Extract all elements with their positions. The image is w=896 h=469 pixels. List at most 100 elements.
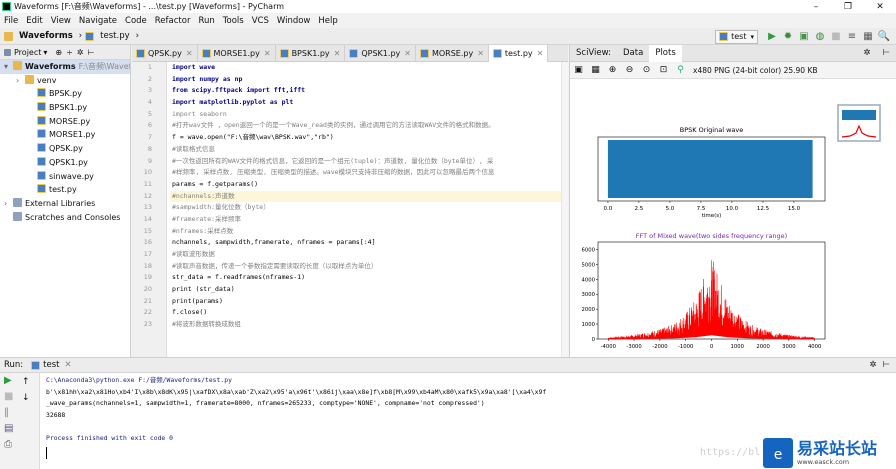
- minimize-button[interactable]: –: [800, 2, 832, 12]
- search-icon[interactable]: 🔍: [876, 31, 892, 42]
- menu-navigate[interactable]: Navigate: [75, 16, 121, 26]
- close-icon[interactable]: ✕: [186, 49, 193, 58]
- close-icon[interactable]: ✕: [334, 49, 341, 58]
- code-line[interactable]: #读取声音数据，传递一个参数指定需要读取的长度（以取样点为单位）: [170, 261, 568, 273]
- menu-edit[interactable]: Edit: [22, 16, 46, 26]
- code-line[interactable]: #读取波形数据: [170, 249, 568, 261]
- run-tab[interactable]: test: [43, 360, 59, 370]
- debug-icon[interactable]: ✹: [780, 31, 796, 42]
- code-line[interactable]: #样频率, 采样点数, 压缩类型, 压缩类型的描述。wave模块只支持非压缩的数…: [170, 167, 568, 179]
- chevron-down-icon[interactable]: ▾: [4, 60, 13, 74]
- scroll-end-icon[interactable]: ↓: [22, 393, 30, 403]
- editor-tab[interactable]: QPSK.py ✕: [132, 44, 198, 62]
- run-icon[interactable]: ▶: [764, 31, 780, 42]
- maximize-button[interactable]: ❐: [832, 2, 864, 12]
- menu-file[interactable]: File: [0, 16, 22, 26]
- tree-item[interactable]: QPSK.py: [0, 142, 130, 156]
- rerun-icon[interactable]: ▶: [0, 373, 39, 389]
- close-icon[interactable]: ✕: [537, 49, 544, 58]
- code-line[interactable]: #nchannels:声道数: [170, 190, 568, 203]
- code-editor[interactable]: 1 2 3 4 5 6 7 8 9 10 11 12 13 14 15 16 17 18 19 20 21 22 23 im…: [132, 62, 568, 357]
- gear-icon[interactable]: ✲: [77, 48, 84, 57]
- tree-item[interactable]: › External Libraries: [0, 197, 130, 211]
- menu-vcs[interactable]: VCS: [248, 16, 273, 26]
- menu-code[interactable]: Code: [121, 16, 151, 26]
- editor-tab[interactable]: QPSK1.py ✕: [345, 44, 416, 62]
- tree-item[interactable]: › venv: [0, 74, 130, 88]
- close-icon[interactable]: ✕: [477, 49, 484, 58]
- tree-item[interactable]: MORSE.py: [0, 115, 130, 129]
- locate-icon[interactable]: ⊕: [55, 48, 62, 57]
- tree-item[interactable]: QPSK1.py: [0, 156, 130, 170]
- code-line[interactable]: import numpy as np: [170, 74, 568, 86]
- tree-item[interactable]: test.py: [0, 183, 130, 197]
- tab-plots[interactable]: Plots: [649, 44, 682, 62]
- menu-tools[interactable]: Tools: [219, 16, 248, 26]
- pause-icon[interactable]: ‖: [0, 405, 39, 421]
- code-line[interactable]: import wave: [170, 62, 568, 74]
- code-line[interactable]: import seaborn: [170, 109, 568, 121]
- editor-tab[interactable]: test.py ✕: [488, 44, 549, 62]
- chevron-down-icon[interactable]: ▾: [43, 48, 47, 57]
- tree-item[interactable]: ▾ WaveformsF:\音频\Waveforms: [0, 60, 130, 74]
- tree-item[interactable]: Scratches and Consoles: [0, 211, 130, 225]
- breadcrumb-file[interactable]: test.py: [97, 31, 132, 41]
- settings-icon[interactable]: ▦: [860, 31, 876, 42]
- code-line[interactable]: params = f.getparams(): [170, 179, 568, 191]
- tree-item[interactable]: MORSE1.py: [0, 128, 130, 142]
- zoom-in-icon[interactable]: ⊕: [604, 65, 621, 75]
- hide-icon[interactable]: ⊢: [88, 48, 95, 57]
- code-line[interactable]: f = wave.open("F:\音频\wav\BPSK.wav","rb"): [170, 132, 568, 144]
- code-line[interactable]: nchannels, sampwidth,framerate, nframes …: [170, 237, 568, 249]
- stop-icon[interactable]: ■: [828, 31, 844, 42]
- code-line[interactable]: str_data = f.readframes(nframes-1): [170, 272, 568, 284]
- menu-refactor[interactable]: Refactor: [151, 16, 195, 26]
- color-picker-icon[interactable]: ⚲: [672, 65, 689, 75]
- editor-tab[interactable]: BPSK1.py ✕: [276, 44, 346, 62]
- print-icon[interactable]: ⎙: [0, 437, 39, 453]
- code-line[interactable]: print(params): [170, 296, 568, 308]
- collapse-icon[interactable]: ÷: [66, 48, 73, 57]
- tree-item[interactable]: sinwave.py: [0, 170, 130, 184]
- close-icon[interactable]: ✕: [404, 49, 411, 58]
- code-line[interactable]: #sampwidth:量化位数（byte）: [170, 202, 568, 214]
- fit-icon[interactable]: ▣: [570, 65, 587, 75]
- menu-help[interactable]: Help: [314, 16, 341, 26]
- tree-item[interactable]: BPSK.py: [0, 87, 130, 101]
- project-panel-title[interactable]: Project: [14, 48, 41, 57]
- vcs-icon[interactable]: ≡: [844, 31, 860, 42]
- code-line[interactable]: #读取格式信息: [170, 144, 568, 156]
- soft-wrap-icon[interactable]: ↑: [22, 377, 30, 387]
- actual-size-icon[interactable]: ⊙: [638, 65, 655, 75]
- gear-icon[interactable]: ✲: [869, 360, 876, 370]
- code-line[interactable]: #nframes:采样点数: [170, 226, 568, 238]
- close-icon[interactable]: ✕: [264, 49, 271, 58]
- zoom-out-icon[interactable]: ⊖: [621, 65, 638, 75]
- run-config-select[interactable]: test ▾: [715, 29, 758, 44]
- tree-item[interactable]: BPSK1.py: [0, 101, 130, 115]
- code-line[interactable]: #打开wav文件 ，open返回一个的是一个Wave_read类的实例，通过调用…: [170, 120, 568, 132]
- code-line[interactable]: f.close(): [170, 307, 568, 319]
- code-line[interactable]: #framerate:采样频率: [170, 214, 568, 226]
- code-line[interactable]: print (str_data): [170, 284, 568, 296]
- stop-icon[interactable]: ■: [0, 389, 39, 405]
- editor-tab[interactable]: MORSE1.py ✕: [198, 44, 276, 62]
- layout-icon[interactable]: ▤: [0, 421, 39, 437]
- close-button[interactable]: ✕: [864, 2, 896, 12]
- code-line[interactable]: import matplotlib.pyplot as plt: [170, 97, 568, 109]
- tab-data[interactable]: Data: [617, 48, 649, 58]
- grid-icon[interactable]: ▦: [587, 65, 604, 75]
- editor-scrollbar[interactable]: [561, 62, 568, 357]
- menu-view[interactable]: View: [47, 16, 75, 26]
- breadcrumb-project[interactable]: Waveforms: [16, 31, 76, 41]
- fit-zoom-icon[interactable]: ⊡: [655, 65, 672, 75]
- chevron-right-icon[interactable]: ›: [16, 74, 25, 88]
- coverage-icon[interactable]: ▣: [796, 31, 812, 42]
- code-line[interactable]: from scipy.fftpack import fft,ifft: [170, 85, 568, 97]
- profile-icon[interactable]: ◍: [812, 31, 828, 42]
- code-line[interactable]: #一次性返回所有的WAV文件的格式信息，它返回的是一个组元(tuple)：声道数…: [170, 156, 568, 168]
- close-icon[interactable]: ✕: [65, 360, 72, 370]
- code-lines[interactable]: import wave import numpy as np from scipy.…: [170, 62, 568, 331]
- gear-icon[interactable]: ✲: [857, 48, 876, 58]
- menu-run[interactable]: Run: [194, 16, 218, 26]
